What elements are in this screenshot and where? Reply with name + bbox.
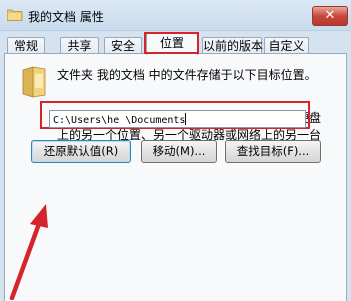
folder-icon (22, 66, 46, 98)
folder-path-input[interactable]: C:\Users\he \Documents (49, 110, 306, 128)
close-icon: ✕ (324, 8, 336, 23)
tab-highlight-box (144, 32, 199, 54)
folder-path-value: C:\Users\he \Documents (53, 115, 186, 126)
target-location-text: 文件夹 我的文档 中的文件存储于以下目标位置。 (57, 68, 317, 82)
text-caret (185, 113, 187, 125)
folder-icon (7, 9, 23, 21)
restore-default-button[interactable]: 还原默认值(R) (31, 140, 131, 163)
tab-security[interactable]: 安全 (104, 37, 142, 54)
find-target-button[interactable]: 查找目标(F)... (225, 140, 321, 163)
annotation-arrow-icon (9, 204, 48, 300)
title-bar: 我的文档 属性 ✕ (0, 0, 351, 31)
close-button[interactable]: ✕ (312, 6, 348, 26)
tab-previous-versions[interactable]: 以前的版本 (202, 37, 263, 54)
move-button[interactable]: 移动(M)... (141, 140, 217, 163)
tab-general[interactable]: 常规 (7, 37, 45, 54)
tab-sharing[interactable]: 共享 (60, 37, 99, 54)
window-title: 我的文档 属性 (28, 10, 104, 24)
tab-customize[interactable]: 自定义 (264, 37, 309, 54)
